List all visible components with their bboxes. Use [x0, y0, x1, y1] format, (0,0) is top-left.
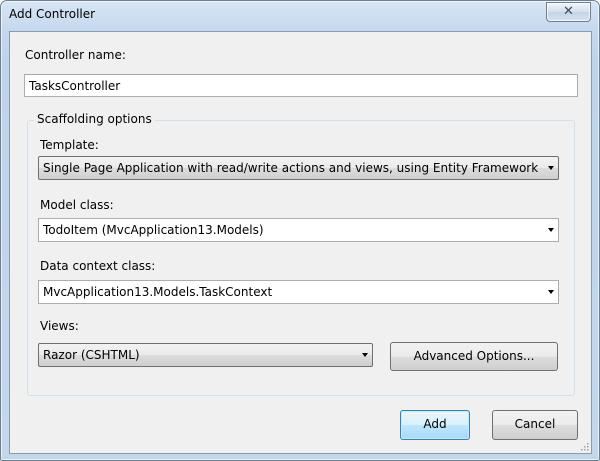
close-button[interactable]: ✕ [546, 2, 591, 22]
chevron-down-icon[interactable] [548, 290, 554, 294]
template-value: Single Page Application with read/write … [43, 161, 539, 175]
advanced-options-label: Advanced Options... [413, 349, 535, 363]
resize-grip-icon[interactable] [579, 441, 589, 451]
scaffolding-options-title: Scaffolding options [34, 112, 155, 126]
views-label: Views: [40, 319, 79, 333]
title-bar[interactable]: Add Controller ✕ [1, 1, 599, 29]
add-controller-dialog: Add Controller ✕ Controller name: TasksC… [0, 0, 600, 461]
chevron-down-icon [362, 353, 368, 357]
model-class-combobox[interactable]: TodoItem (MvcApplication13.Models) [38, 218, 559, 242]
chevron-down-icon[interactable] [548, 228, 554, 232]
dialog-title: Add Controller [9, 7, 96, 21]
cancel-button[interactable]: Cancel [492, 410, 578, 440]
add-button-label: Add [423, 417, 447, 431]
model-class-value: TodoItem (MvcApplication13.Models) [43, 223, 264, 237]
data-context-label: Data context class: [40, 259, 156, 273]
views-value: Razor (CSHTML) [43, 348, 140, 362]
controller-name-input[interactable]: TasksController [24, 74, 578, 97]
dialog-body: Controller name: TasksController Scaffol… [9, 31, 592, 454]
template-label: Template: [40, 138, 99, 152]
template-dropdown[interactable]: Single Page Application with read/write … [38, 156, 559, 180]
data-context-value: MvcApplication13.Models.TaskContext [43, 285, 273, 299]
close-icon: ✕ [563, 4, 574, 19]
chevron-down-icon [548, 166, 554, 170]
model-class-label: Model class: [40, 198, 114, 212]
advanced-options-button[interactable]: Advanced Options... [390, 342, 558, 371]
controller-name-value: TasksController [29, 79, 121, 93]
controller-name-label: Controller name: [25, 48, 126, 62]
data-context-combobox[interactable]: MvcApplication13.Models.TaskContext [38, 280, 559, 304]
views-dropdown[interactable]: Razor (CSHTML) [38, 343, 373, 367]
cancel-button-label: Cancel [514, 417, 556, 431]
add-button[interactable]: Add [400, 410, 470, 440]
